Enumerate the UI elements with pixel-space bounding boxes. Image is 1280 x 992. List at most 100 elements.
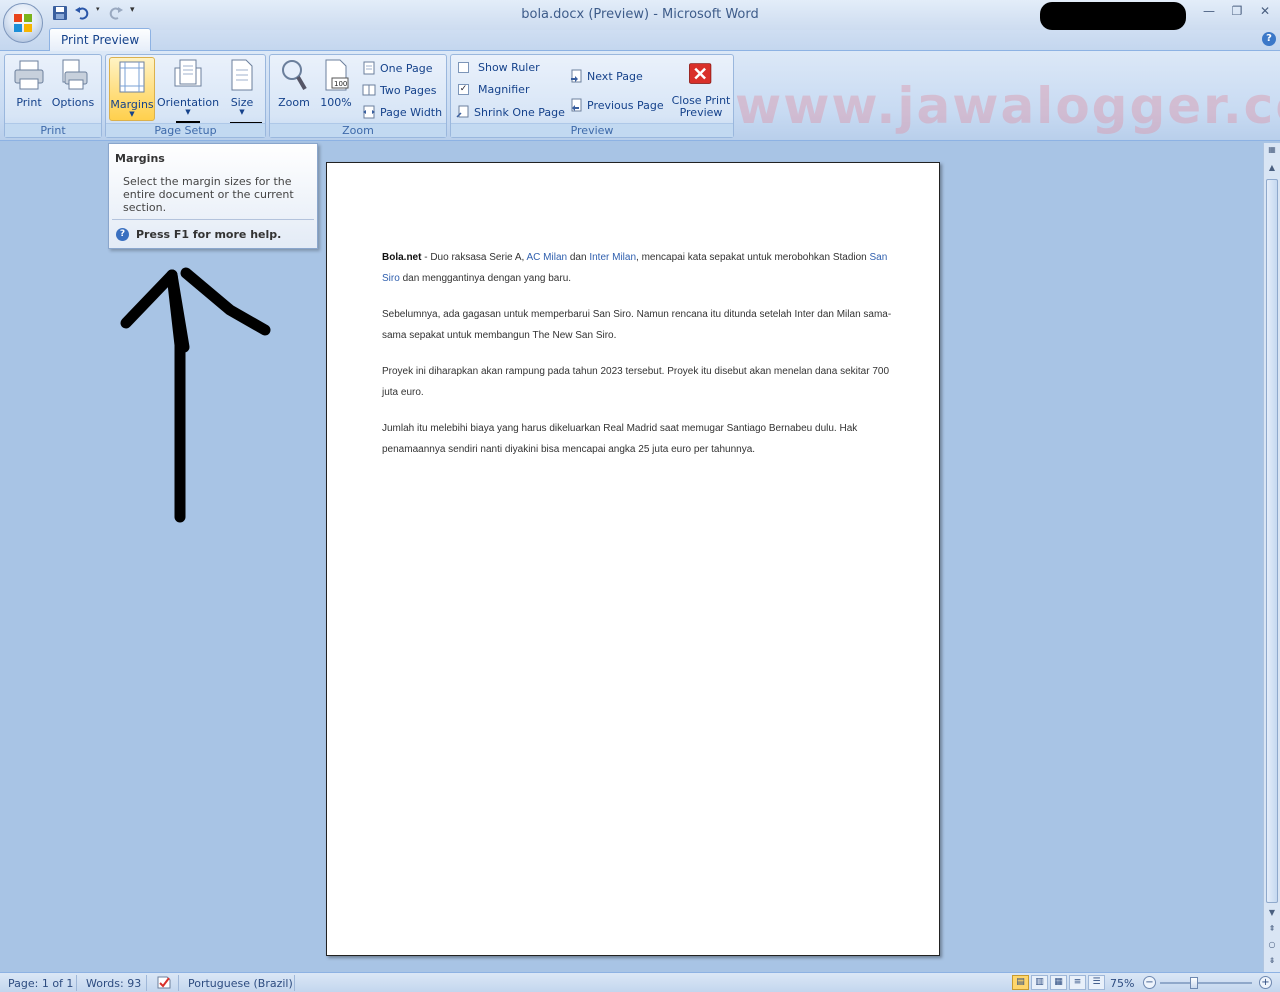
- spelling-check-icon[interactable]: [156, 975, 172, 992]
- ruler-toggle-icon[interactable]: ▦: [1267, 145, 1277, 155]
- office-logo-icon: [14, 14, 32, 32]
- paragraph-3: Proyek ini diharapkan akan rampung pada …: [382, 366, 890, 398]
- one-page-button[interactable]: One Page: [362, 61, 433, 75]
- zoom-out-icon[interactable]: −: [1143, 976, 1156, 989]
- two-pages-label: Two Pages: [380, 83, 437, 97]
- size-button[interactable]: Size ▼: [224, 58, 260, 116]
- margins-tooltip: Margins Select the margin sizes for the …: [108, 143, 318, 249]
- status-divider: [178, 975, 179, 991]
- paragraph-2: Sebelumnya, ada gagasan untuk memperbaru…: [382, 309, 892, 341]
- paragraph-1: Bola.net - Duo raksasa Serie A, AC Milan…: [382, 247, 892, 289]
- scroll-down-icon[interactable]: ▼: [1267, 908, 1277, 918]
- paragraph-1-text: - Duo raksasa Serie A,: [421, 252, 527, 263]
- scroll-thumb[interactable]: [1266, 179, 1278, 903]
- next-object-icon[interactable]: ⇟: [1267, 956, 1277, 966]
- hundred-percent-button[interactable]: 100 100%: [318, 58, 354, 109]
- magnifier-checkbox[interactable]: ✓ Magnifier: [458, 83, 529, 96]
- paragraph-1-text: dan menggantinya dengan yang baru.: [399, 273, 572, 284]
- two-pages-button[interactable]: Two Pages: [362, 83, 436, 97]
- group-page-setup-label: Page Setup: [106, 123, 265, 137]
- zoom-button[interactable]: Zoom: [276, 58, 312, 109]
- options-label: Options: [51, 96, 95, 109]
- hand-drawn-arrow: [120, 267, 271, 523]
- link-inter-milan[interactable]: Inter Milan: [589, 252, 636, 263]
- tab-print-preview[interactable]: Print Preview: [49, 28, 152, 51]
- margins-icon: [119, 61, 145, 93]
- hundred-percent-icon: 100: [325, 59, 349, 91]
- close-window-icon[interactable]: ✕: [1258, 4, 1272, 18]
- document-page: Bola.net - Duo raksasa Serie A, AC Milan…: [326, 162, 940, 956]
- link-ac-milan[interactable]: AC Milan: [527, 252, 568, 263]
- paragraph-1-source: Bola.net: [382, 252, 422, 263]
- printer-icon: [14, 60, 44, 90]
- two-pages-icon: [362, 84, 376, 96]
- paragraph-1-text: dan: [567, 252, 590, 263]
- select-browse-object-icon[interactable]: ○: [1267, 940, 1277, 950]
- magnifier-check-box[interactable]: ✓: [458, 84, 469, 95]
- web-layout-view-icon[interactable]: ▦: [1050, 975, 1067, 990]
- print-options-icon: [62, 59, 88, 90]
- close-print-preview-button[interactable]: Close Print Preview: [671, 58, 731, 119]
- margins-button[interactable]: Margins ▼: [109, 57, 155, 121]
- show-ruler-checkbox[interactable]: Show Ruler: [458, 61, 540, 74]
- print-label: Print: [16, 96, 42, 109]
- watermark: www.jawalogger.com: [735, 77, 1280, 135]
- group-preview-label: Preview: [451, 123, 733, 137]
- previous-object-icon[interactable]: ⇞: [1267, 924, 1277, 934]
- vertical-scrollbar[interactable]: ▦ ▲ ▼ ⇞ ○ ⇟: [1263, 143, 1280, 972]
- previous-page-icon: [571, 98, 582, 112]
- orientation-button[interactable]: Orientation ▼: [156, 58, 220, 116]
- office-button[interactable]: [3, 3, 43, 43]
- minimize-icon[interactable]: —: [1202, 4, 1216, 18]
- zoom-slider-knob[interactable]: [1190, 977, 1198, 989]
- size-icon: [231, 59, 253, 91]
- zoom-label: Zoom: [278, 96, 310, 109]
- group-zoom: Zoom 100 100% One Page Two Pages Page Wi…: [269, 54, 447, 138]
- outline-view-icon[interactable]: ≡: [1069, 975, 1086, 990]
- next-page-label: Next Page: [587, 69, 643, 83]
- shrink-one-page-label: Shrink One Page: [474, 105, 565, 119]
- tooltip-divider: [112, 219, 314, 220]
- orientation-icon: [174, 59, 202, 87]
- margins-dropdown-icon: ▼: [129, 110, 135, 118]
- zoom-level[interactable]: 75%: [1110, 977, 1134, 990]
- one-page-label: One Page: [380, 61, 433, 75]
- page-width-icon: [363, 105, 375, 119]
- group-page-setup: Margins ▼ Orientation ▼ Size ▼ Page Setu…: [105, 54, 266, 138]
- status-divider: [146, 975, 147, 991]
- close-x-icon: [689, 63, 712, 84]
- page-indicator[interactable]: Page: 1 of 1: [8, 977, 73, 990]
- status-divider: [76, 975, 77, 991]
- shrink-one-page-button[interactable]: Shrink One Page: [456, 105, 565, 119]
- group-print: Print Options Print: [4, 54, 102, 138]
- zoom-slider[interactable]: [1160, 982, 1252, 984]
- word-count[interactable]: Words: 93: [86, 977, 141, 990]
- print-layout-view-icon[interactable]: ▤: [1012, 975, 1029, 990]
- tooltip-help: ? Press F1 for more help.: [116, 228, 281, 241]
- hundred-percent-label: 100%: [320, 96, 352, 109]
- next-page-button[interactable]: Next Page: [569, 69, 643, 83]
- page-width-label: Page Width: [380, 105, 443, 119]
- scroll-up-icon[interactable]: ▲: [1267, 163, 1277, 173]
- maximize-icon[interactable]: ❐: [1230, 4, 1244, 18]
- tooltip-help-text: Press F1 for more help.: [136, 228, 282, 241]
- svg-text:100: 100: [334, 80, 347, 88]
- one-page-icon: [363, 61, 375, 75]
- language-indicator[interactable]: Portuguese (Brazil): [188, 977, 293, 990]
- previous-page-button[interactable]: Previous Page: [569, 98, 664, 112]
- zoom-in-icon[interactable]: +: [1259, 976, 1272, 989]
- full-screen-reading-view-icon[interactable]: ▥: [1031, 975, 1048, 990]
- shrink-icon: [456, 105, 469, 118]
- show-ruler-label: Show Ruler: [478, 61, 540, 74]
- tooltip-body: Select the margin sizes for the entire d…: [123, 175, 294, 214]
- help-icon[interactable]: ?: [1262, 32, 1276, 46]
- magnifier-zoom-icon: [282, 60, 307, 91]
- view-buttons: ▤ ▥ ▦ ≡ ☰: [1012, 975, 1105, 990]
- show-ruler-check-box[interactable]: [458, 62, 469, 73]
- redaction-mark: [1040, 2, 1186, 30]
- print-button[interactable]: Print: [11, 58, 47, 109]
- draft-view-icon[interactable]: ☰: [1088, 975, 1105, 990]
- page-width-button[interactable]: Page Width: [362, 105, 442, 119]
- help-icon: ?: [116, 228, 129, 241]
- options-button[interactable]: Options: [49, 58, 97, 109]
